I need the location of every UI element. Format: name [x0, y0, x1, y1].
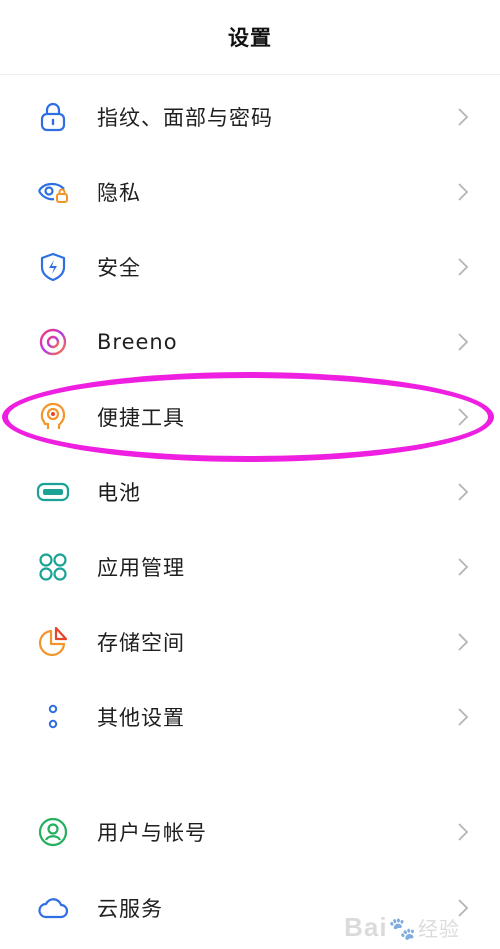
settings-item-label: 安全 — [97, 255, 141, 280]
settings-item-label: 指纹、面部与密码 — [97, 105, 273, 130]
chevron-right-icon — [458, 107, 469, 126]
storage-pie-icon — [36, 625, 70, 659]
settings-item-label: Breeno — [97, 329, 178, 354]
chevron-right-icon — [458, 632, 469, 651]
breeno-icon — [36, 325, 70, 359]
settings-item-other-settings[interactable]: 其他设置 — [0, 679, 500, 754]
settings-item-app-management[interactable]: 应用管理 — [0, 529, 500, 604]
chevron-right-icon — [458, 257, 469, 276]
watermark-text: Bai — [344, 912, 388, 942]
chevron-right-icon — [458, 182, 469, 201]
other-settings-icon — [36, 700, 70, 734]
paw-icon: 🐾 — [388, 916, 417, 941]
settings-item-breeno[interactable]: Breeno — [0, 304, 500, 379]
chevron-right-icon — [458, 822, 469, 841]
settings-item-users-accounts[interactable]: 用户与帐号 — [0, 794, 500, 869]
baidu-jingyan-watermark: Bai🐾经验 — [344, 912, 460, 943]
chevron-right-icon — [458, 407, 469, 426]
header-bar: 设置 — [0, 0, 500, 75]
settings-item-label: 其他设置 — [97, 705, 185, 730]
chevron-right-icon — [458, 557, 469, 576]
settings-item-fingerprint-face-password[interactable]: 指纹、面部与密码 — [0, 79, 500, 154]
battery-icon — [36, 475, 70, 509]
lock-icon — [36, 100, 70, 134]
shield-icon — [36, 250, 70, 284]
settings-item-label: 隐私 — [97, 180, 141, 205]
page-title: 设置 — [228, 26, 272, 50]
settings-item-battery[interactable]: 电池 — [0, 454, 500, 529]
settings-item-label: 用户与帐号 — [97, 820, 207, 845]
chevron-right-icon — [458, 707, 469, 726]
watermark-text-2: 经验 — [418, 919, 460, 941]
privacy-eye-icon — [36, 175, 70, 209]
settings-item-label: 云服务 — [97, 896, 163, 921]
convenience-tools-icon — [36, 400, 70, 434]
settings-item-convenience-tools[interactable]: 便捷工具 — [0, 379, 500, 454]
chevron-right-icon — [458, 482, 469, 501]
app-management-icon — [36, 550, 70, 584]
settings-item-label: 存储空间 — [97, 630, 185, 655]
settings-item-storage[interactable]: 存储空间 — [0, 604, 500, 679]
settings-item-label: 便捷工具 — [97, 405, 185, 430]
chevron-right-icon — [458, 332, 469, 351]
user-icon — [36, 815, 70, 849]
settings-item-label: 应用管理 — [97, 555, 185, 580]
settings-item-security[interactable]: 安全 — [0, 229, 500, 304]
settings-item-privacy[interactable]: 隐私 — [0, 154, 500, 229]
cloud-icon — [36, 891, 70, 925]
settings-item-label: 电池 — [97, 480, 141, 505]
